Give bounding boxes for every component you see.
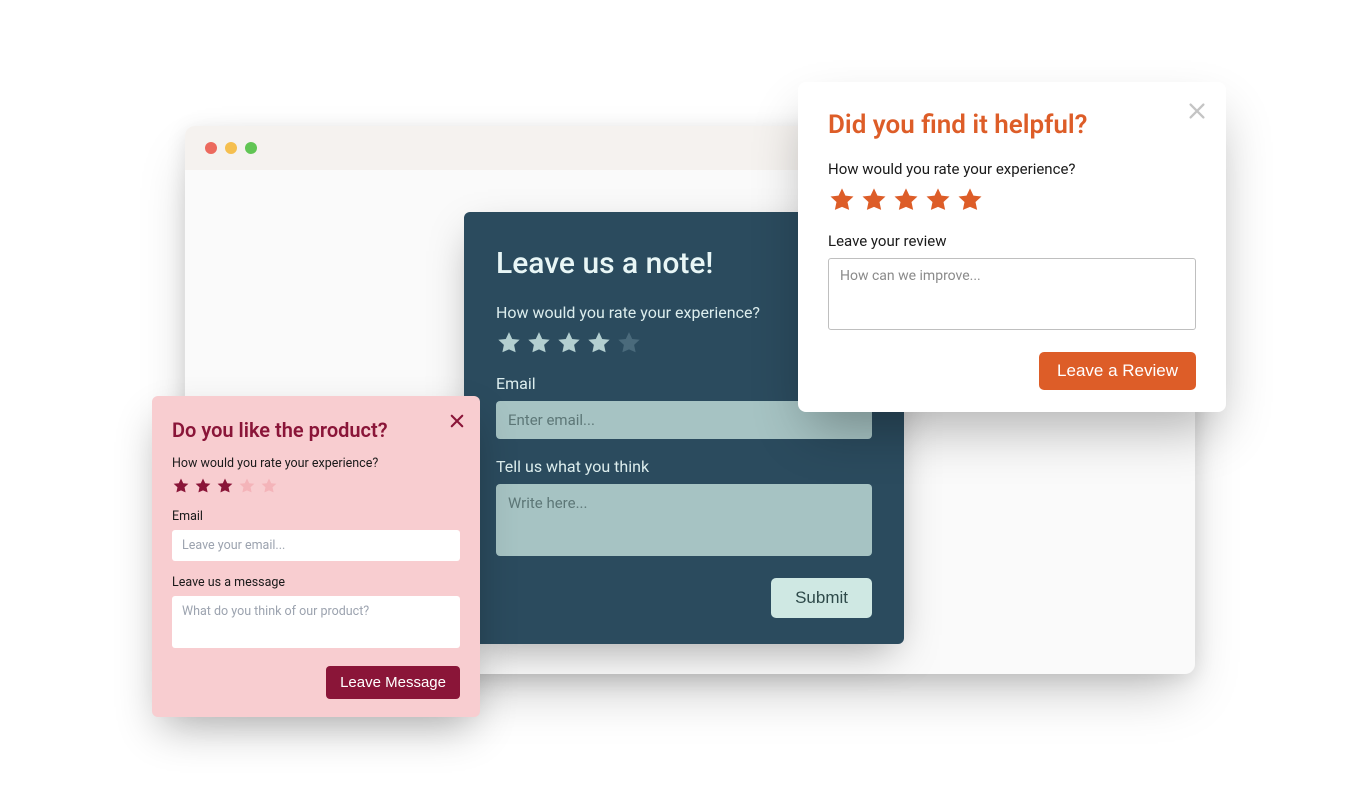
close-icon[interactable] (1186, 100, 1208, 122)
star-icon[interactable] (194, 477, 212, 495)
review-label: Leave your review (828, 232, 1196, 250)
message-label: Tell us what you think (496, 457, 872, 476)
star-icon[interactable] (924, 186, 952, 214)
rate-label: How would you rate your experience? (828, 160, 1196, 178)
rate-label: How would you rate your experience? (172, 456, 460, 471)
message-label: Leave us a message (172, 575, 460, 590)
star-icon[interactable] (260, 477, 278, 495)
star-icon[interactable] (828, 186, 856, 214)
star-icon[interactable] (496, 330, 522, 356)
email-field[interactable] (172, 530, 460, 561)
close-icon[interactable] (448, 412, 466, 430)
review-field[interactable] (828, 258, 1196, 330)
card-title: Do you like the product? (172, 418, 460, 442)
feedback-card-product: Do you like the product? How would you r… (152, 396, 480, 717)
star-icon[interactable] (556, 330, 582, 356)
star-rating[interactable] (828, 186, 1196, 214)
window-zoom-dot[interactable] (245, 142, 257, 154)
star-icon[interactable] (956, 186, 984, 214)
star-icon[interactable] (616, 330, 642, 356)
email-label: Email (172, 509, 460, 524)
star-icon[interactable] (586, 330, 612, 356)
star-rating[interactable] (172, 477, 460, 495)
card-title: Did you find it helpful? (828, 110, 1196, 140)
star-icon[interactable] (172, 477, 190, 495)
message-field[interactable] (496, 484, 872, 556)
window-close-dot[interactable] (205, 142, 217, 154)
star-icon[interactable] (892, 186, 920, 214)
star-icon[interactable] (526, 330, 552, 356)
star-icon[interactable] (238, 477, 256, 495)
submit-button[interactable]: Leave Message (326, 666, 460, 699)
feedback-card-helpful: Did you find it helpful? How would you r… (798, 82, 1226, 412)
star-icon[interactable] (860, 186, 888, 214)
message-field[interactable] (172, 596, 460, 648)
window-minimize-dot[interactable] (225, 142, 237, 154)
submit-button[interactable]: Submit (771, 578, 872, 618)
submit-button[interactable]: Leave a Review (1039, 352, 1196, 390)
star-icon[interactable] (216, 477, 234, 495)
